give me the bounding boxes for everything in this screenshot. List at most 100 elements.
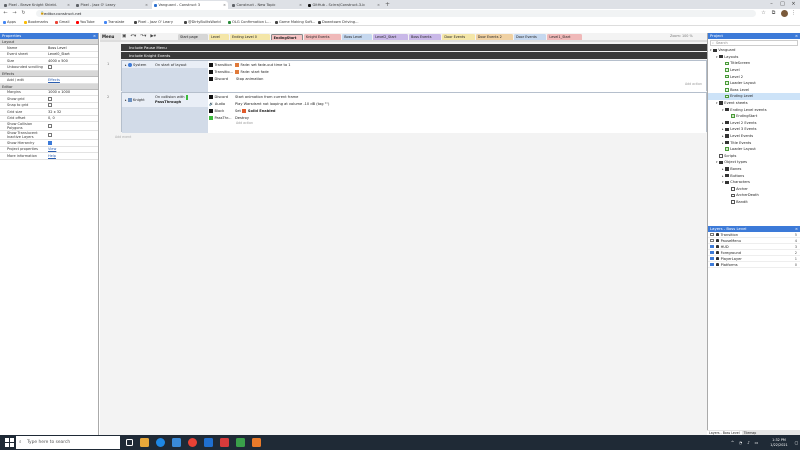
event-block-2[interactable]: ▸ Knight On collision with PassThrough D… (121, 92, 707, 133)
property-value[interactable] (48, 124, 98, 128)
project-tree-item[interactable]: Loader Layout (708, 146, 800, 153)
project-search-input[interactable]: ⌕ Search (710, 40, 798, 46)
bookmark-item[interactable]: Gmail (55, 18, 70, 26)
collapse-arrow-icon[interactable]: ▸ (125, 98, 127, 102)
project-tree-item[interactable]: ▾ Layouts (708, 54, 800, 61)
property-link[interactable]: Effects (48, 78, 60, 82)
file-explorer-icon[interactable] (140, 438, 149, 447)
undo-icon[interactable]: ↶▾ (130, 34, 136, 39)
property-value[interactable]: 0, 0 (48, 116, 98, 120)
star-icon[interactable]: ☆ (760, 9, 767, 18)
add-event-link[interactable]: Add event (115, 135, 131, 139)
forward-icon[interactable]: → (11, 9, 18, 18)
menu-button[interactable]: Menu (100, 33, 121, 40)
browser-menu-icon[interactable]: ⋮ (790, 9, 797, 18)
include-row[interactable]: Include Pause Menu (121, 44, 707, 51)
action-row[interactable]: Transition Fade: set fade-out time to 1 (208, 61, 706, 68)
project-tree-item[interactable]: ▾ Vanguard (708, 47, 800, 54)
bookmark-item[interactable]: OLG Confirmation L... (228, 18, 271, 26)
property-value[interactable]: 4000 x 500 (48, 59, 98, 63)
lock-icon[interactable] (715, 238, 719, 243)
close-tab-icon[interactable]: × (144, 3, 148, 7)
store-icon[interactable] (172, 438, 181, 447)
property-value[interactable]: View (48, 147, 98, 151)
property-value[interactable] (48, 96, 98, 101)
property-value[interactable] (48, 65, 98, 70)
close-tab-icon[interactable]: × (298, 3, 302, 7)
bookmark-item[interactable]: Downtown Driving... (318, 18, 359, 26)
bookmark-item[interactable]: Bookmarks (24, 18, 48, 26)
notifications-icon[interactable]: ▢ (794, 440, 799, 445)
property-row[interactable]: Show Translucent Inactive Layers (0, 131, 98, 140)
project-tree-item[interactable]: TitleScreen (708, 60, 800, 67)
condition-row[interactable]: ▸ Knight On collision with PassThrough (122, 93, 208, 107)
save-icon[interactable]: ▣ (122, 34, 126, 39)
browser-tab[interactable]: Pixel - Brave Knight Shield. × (2, 1, 72, 9)
conditions-cell[interactable]: ▸ Knight On collision with PassThrough (122, 93, 208, 133)
back-icon[interactable]: ← (2, 9, 9, 18)
project-tree-item[interactable]: ArcherDeath (708, 192, 800, 199)
action-row[interactable]: Discord Stop animation (208, 75, 706, 82)
project-tree-item[interactable]: ▸ Buttons (708, 172, 800, 179)
condition-row[interactable]: ▸ System On start of layout (122, 61, 208, 68)
project-tree-item[interactable]: Bandit (708, 199, 800, 206)
layer-visible-checkbox[interactable] (710, 232, 714, 237)
close-tab-icon[interactable]: × (376, 3, 380, 7)
project-tree-item[interactable]: Level 2 (708, 73, 800, 80)
property-checkbox[interactable] (48, 65, 52, 70)
close-panel-icon[interactable]: × (93, 33, 96, 39)
property-row[interactable]: Show Collision Polygons (0, 122, 98, 131)
add-action-link[interactable]: Add action (208, 121, 706, 126)
close-tab-icon[interactable]: × (66, 3, 70, 7)
lock-icon[interactable] (715, 244, 719, 249)
lock-icon[interactable] (715, 256, 719, 261)
property-checkbox[interactable] (48, 96, 52, 101)
conditions-cell[interactable]: ▸ System On start of layout (122, 61, 208, 92)
bookmark-apps[interactable]: Apps (3, 18, 16, 26)
event-block-1[interactable]: ▸ System On start of layout Transition Fa… (121, 60, 707, 92)
layer-visible-checkbox[interactable] (710, 250, 714, 255)
reload-icon[interactable]: ↻ (20, 9, 27, 18)
edge-icon[interactable] (156, 438, 165, 447)
property-value[interactable]: Effects (48, 78, 98, 82)
url-input[interactable]: editor.construct.net (36, 10, 756, 17)
project-tree-item[interactable]: ▾ Object types (708, 159, 800, 166)
close-panel-icon[interactable]: × (795, 33, 798, 39)
close-tab-icon[interactable]: × (222, 3, 226, 7)
app-icon[interactable] (236, 438, 245, 447)
project-tree-item[interactable]: ▸ Bones (708, 166, 800, 173)
project-tree-item[interactable]: ▾ Event sheets (708, 100, 800, 107)
property-value[interactable] (48, 140, 98, 145)
action-row[interactable]: PassThr... Destroy (208, 114, 706, 121)
action-row[interactable]: 🔊 Audio Play Warsdsmt not looping at volum… (208, 100, 706, 107)
volume-icon[interactable]: ♪ (746, 440, 751, 445)
property-value[interactable]: 32 x 32 (48, 110, 98, 114)
project-tree-item[interactable]: ▸ Level 2 Events (708, 120, 800, 127)
include-row[interactable]: Include Knight Events (121, 52, 707, 59)
property-value[interactable] (48, 133, 98, 137)
bookmark-item[interactable]: Translate (104, 18, 124, 26)
tray-chevron-icon[interactable]: ^ (730, 440, 735, 445)
play-icon[interactable]: ▶▾ (150, 34, 156, 39)
bookmark-item[interactable]: Pixel - Jazz O' Leary (134, 18, 173, 26)
lock-icon[interactable] (715, 262, 719, 267)
battery-icon[interactable]: ▭ (754, 440, 759, 445)
bookmark-item[interactable]: YouTube (76, 18, 95, 26)
redo-icon[interactable]: ↷▾ (140, 34, 146, 39)
close-panel-icon[interactable]: × (795, 226, 798, 232)
property-link[interactable]: Help (48, 154, 56, 158)
word-icon[interactable] (204, 438, 213, 447)
property-checkbox[interactable] (48, 103, 52, 108)
property-value[interactable]: Boss Level (48, 46, 98, 50)
browser-tab[interactable]: GitHub - Scirra/Construct-3-b × (306, 1, 382, 9)
property-checkbox[interactable] (48, 124, 52, 128)
extensions-icon[interactable]: ⧉ (770, 9, 777, 18)
task-view-icon[interactable] (126, 439, 133, 446)
layer-visible-checkbox[interactable] (710, 238, 714, 243)
project-tree-item[interactable]: Scripts (708, 153, 800, 160)
action-row[interactable]: Transitio... Fade: start fade (208, 68, 706, 75)
project-tree-item[interactable]: ▾ Ending Level events (708, 106, 800, 113)
lock-icon[interactable] (715, 232, 719, 237)
browser-tab[interactable]: Construct - New Topic × (230, 1, 304, 9)
property-row[interactable]: More information Help (0, 153, 98, 160)
